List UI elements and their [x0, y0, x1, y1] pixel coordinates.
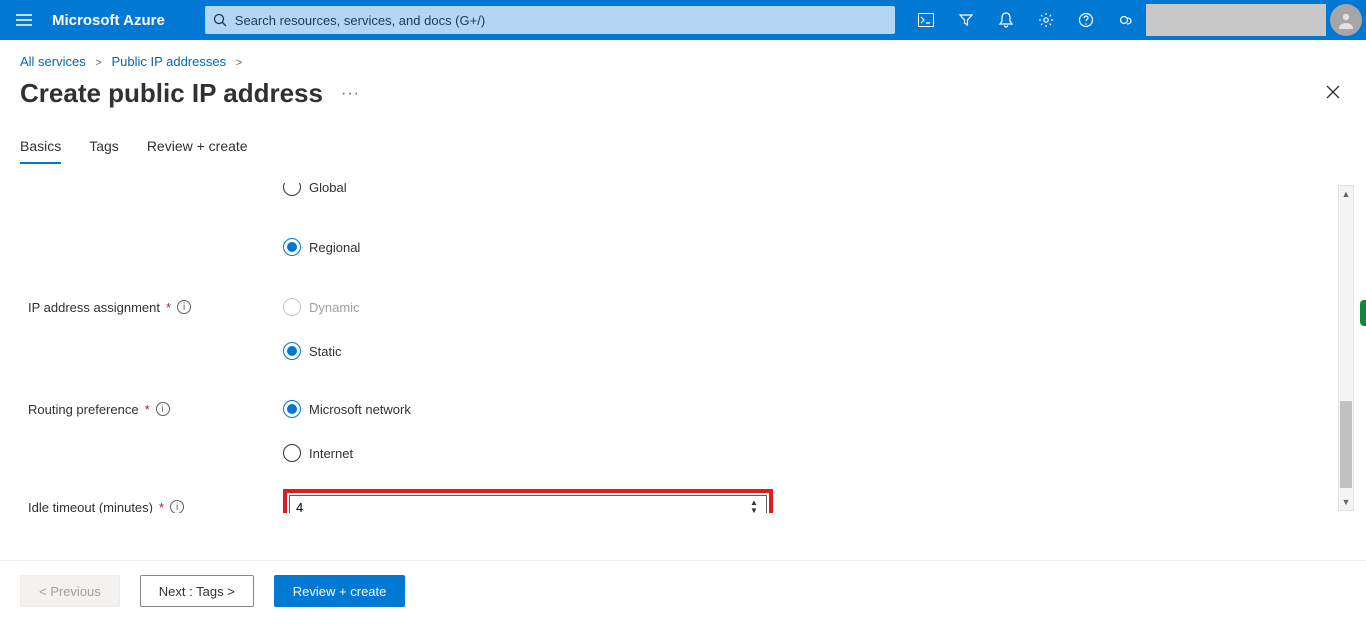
breadcrumb: All services > Public IP addresses >	[0, 40, 1366, 73]
radio-ip-static[interactable]: Static	[283, 342, 342, 360]
filter-icon	[958, 12, 974, 28]
idle-timeout-label: Idle timeout (minutes) * i	[28, 500, 283, 514]
form-scroll-region: Global Regional IP address assignment * …	[0, 183, 1366, 513]
menu-toggle-button[interactable]	[0, 0, 48, 40]
previous-button: < Previous	[20, 575, 120, 607]
tier-option-regional-row: Regional	[28, 229, 1338, 265]
side-tab-indicator[interactable]	[1360, 300, 1366, 326]
tab-review-create[interactable]: Review + create	[147, 138, 248, 164]
required-marker: *	[145, 402, 150, 417]
routing-internet-row: Internet	[28, 435, 1338, 471]
account-placeholder[interactable]	[1146, 4, 1326, 36]
gear-icon	[1038, 12, 1054, 28]
idle-timeout-highlight: ▲ ▼	[283, 489, 773, 513]
radio-label: Dynamic	[309, 300, 360, 315]
info-icon[interactable]: i	[156, 402, 170, 416]
ip-assignment-static-row: Static	[28, 333, 1338, 369]
global-search-input[interactable]	[227, 13, 887, 28]
tab-bar: Basics Tags Review + create	[0, 110, 1366, 165]
cloud-shell-icon	[918, 13, 934, 27]
feedback-button[interactable]	[1106, 0, 1146, 40]
radio-tier-regional[interactable]: Regional	[283, 238, 360, 256]
radio-label: Microsoft network	[309, 402, 411, 417]
help-icon	[1078, 12, 1094, 28]
ip-assignment-row: IP address assignment * i Dynamic	[28, 289, 1338, 325]
radio-label: Global	[309, 183, 347, 195]
next-button[interactable]: Next : Tags >	[140, 575, 254, 607]
radio-routing-microsoft[interactable]: Microsoft network	[283, 400, 411, 418]
help-button[interactable]	[1066, 0, 1106, 40]
radio-tier-global[interactable]: Global	[283, 183, 347, 196]
brand-label[interactable]: Microsoft Azure	[48, 12, 177, 29]
page-title: Create public IP address	[20, 78, 323, 109]
close-icon	[1326, 85, 1340, 99]
user-avatar[interactable]	[1330, 4, 1362, 36]
tab-tags[interactable]: Tags	[89, 138, 119, 164]
review-create-button[interactable]: Review + create	[274, 575, 406, 607]
scroll-down-icon[interactable]: ▼	[1339, 494, 1353, 510]
scroll-up-icon[interactable]: ▲	[1339, 186, 1353, 202]
title-row: Create public IP address ···	[0, 73, 1366, 110]
cloud-shell-button[interactable]	[906, 0, 946, 40]
search-icon	[213, 13, 227, 27]
required-marker: *	[159, 500, 164, 514]
feedback-icon	[1118, 12, 1134, 28]
form-content: Global Regional IP address assignment * …	[0, 183, 1338, 513]
scroll-thumb[interactable]	[1340, 401, 1352, 489]
idle-timeout-row: Idle timeout (minutes) * i ▲ ▼	[28, 489, 1338, 513]
form-scrollbar[interactable]: ▲ ▼	[1338, 185, 1354, 511]
hamburger-icon	[16, 14, 32, 26]
radio-label: Internet	[309, 446, 353, 461]
more-actions-button[interactable]: ···	[341, 85, 360, 103]
routing-preference-row: Routing preference * i Microsoft network	[28, 391, 1338, 427]
idle-timeout-stepper[interactable]: ▲ ▼	[747, 497, 761, 513]
breadcrumb-link-all-services[interactable]: All services	[20, 54, 86, 69]
step-down-icon[interactable]: ▼	[747, 507, 761, 513]
radio-label: Static	[309, 344, 342, 359]
breadcrumb-link-public-ip[interactable]: Public IP addresses	[111, 54, 226, 69]
person-icon	[1336, 10, 1356, 30]
breadcrumb-separator: >	[89, 57, 107, 69]
tier-option-global-row: Global	[28, 183, 1338, 219]
tab-basics[interactable]: Basics	[20, 138, 61, 164]
wizard-footer: < Previous Next : Tags > Review + create	[0, 560, 1366, 625]
radio-routing-internet[interactable]: Internet	[283, 444, 353, 462]
directory-switch-button[interactable]	[946, 0, 986, 40]
routing-preference-label: Routing preference * i	[28, 402, 283, 417]
notifications-button[interactable]	[986, 0, 1026, 40]
info-icon[interactable]: i	[170, 500, 184, 513]
required-marker: *	[166, 300, 171, 315]
bell-icon	[999, 12, 1013, 28]
close-button[interactable]	[1320, 77, 1346, 110]
global-search[interactable]	[205, 6, 895, 34]
top-header: Microsoft Azure	[0, 0, 1366, 40]
radio-label: Regional	[309, 240, 360, 255]
radio-ip-dynamic: Dynamic	[283, 298, 360, 316]
breadcrumb-separator: >	[230, 57, 248, 69]
ip-assignment-label: IP address assignment * i	[28, 300, 283, 315]
idle-timeout-input[interactable]	[289, 495, 767, 513]
settings-button[interactable]	[1026, 0, 1066, 40]
scroll-track[interactable]	[1339, 202, 1353, 494]
info-icon[interactable]: i	[177, 300, 191, 314]
